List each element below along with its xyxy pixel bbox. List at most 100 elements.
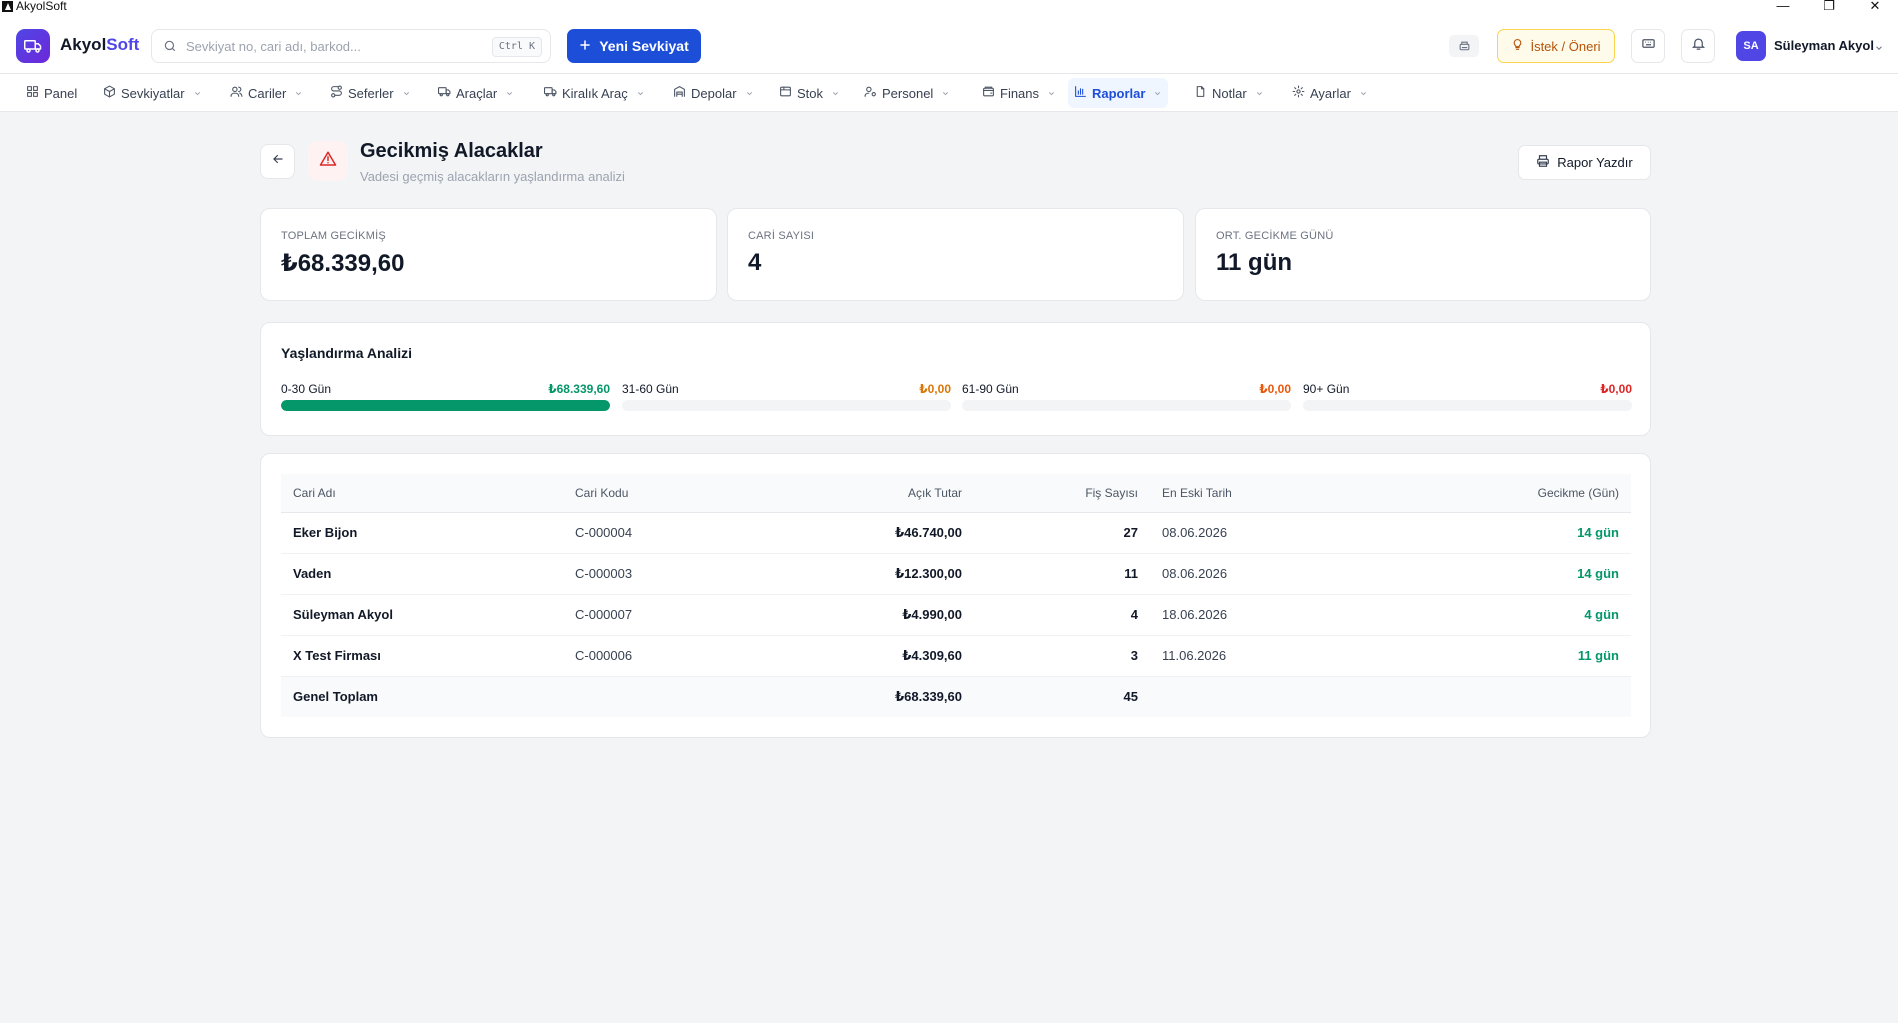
truck-icon [438,85,451,101]
warehouse-icon [673,85,686,101]
nav-item-label: Panel [44,85,78,101]
bucket-progress-track [1303,400,1632,411]
cell-delay: 4 gün [1584,607,1619,622]
col-header[interactable]: Cari Adı [281,474,563,512]
col-header[interactable]: Cari Kodu [563,474,763,512]
col-header[interactable]: En Eski Tarih [1150,474,1310,512]
table-row[interactable]: Süleyman Akyol C-000007 ₺4.990,00 4 18.06.20… [281,594,1631,635]
cell-count: 3 [1130,648,1138,663]
file-icon [1194,85,1207,101]
cell-code: C-000007 [575,607,633,622]
nav-item-label: Kiralık Araç [562,85,628,101]
warning-badge [308,141,348,181]
wallet-icon [982,85,995,101]
notifications-button[interactable] [1681,29,1715,63]
user-cog-icon [864,85,877,101]
global-search[interactable]: Ctrl K [151,29,551,63]
nav-item-finans[interactable]: Finans [976,78,1062,108]
bucket-label: 31-60 Gün [622,382,679,396]
app-logo-icon [2,1,13,12]
chevron-down-icon [1359,86,1368,101]
close-button[interactable]: ✕ [1852,0,1898,14]
overdue-table: Cari Adı Cari Kodu Açık Tutar Fiş Sayısı… [281,474,1631,717]
nav-item-sevkiyatlar[interactable]: Sevkiyatlar [97,78,208,108]
cell-name: Süleyman Akyol [293,607,393,622]
cell-amount: ₺46.740,00 [895,524,962,540]
nav-item-seferler[interactable]: Seferler [324,78,417,108]
cell-amount: ₺4.990,00 [902,606,962,622]
print-report-button[interactable]: Rapor Yazdır [1518,145,1651,180]
route-icon [330,85,343,101]
cell-name: Vaden [293,566,332,581]
nav-item-label: Araçlar [456,85,498,101]
cell-amount: ₺12.300,00 [895,565,962,581]
search-shortcut-badge: Ctrl K [491,37,542,57]
cell-date: 08.06.2026 [1162,525,1228,540]
chevron-down-icon [505,86,514,101]
nav-item-label: Depolar [691,85,737,101]
printer-status-icon[interactable] [1449,35,1479,57]
brand-name[interactable]: AkyolSoft [60,35,139,55]
total-count: 45 [1123,689,1138,705]
nav-item-label: Seferler [348,85,394,101]
printer-icon [1536,154,1550,171]
nav-item-label: Personel [882,85,934,101]
nav-item-kiralık-araç[interactable]: Kiralık Araç [538,78,651,108]
search-input[interactable] [186,38,486,54]
window-title: AkyolSoft [16,0,67,13]
bucket-label: 90+ Gün [1303,382,1350,396]
minimize-button[interactable]: — [1760,0,1806,14]
search-icon [163,39,177,58]
table-row[interactable]: Eker Bijon C-000004 ₺46.740,00 27 08.06.2026… [281,512,1631,553]
truck-logo-icon[interactable] [16,29,50,63]
table-header-row: Cari Adı Cari Kodu Açık Tutar Fiş Sayısı… [281,474,1631,512]
col-header[interactable]: Gecikme (Gün) [1310,474,1631,512]
keyboard-shortcuts-button[interactable] [1631,29,1665,63]
chevron-down-icon [1047,86,1056,101]
col-header[interactable]: Açık Tutar [763,474,974,512]
nav-item-label: Finans [1000,85,1040,101]
nav-item-raporlar[interactable]: Raporlar [1068,78,1169,108]
new-shipment-button[interactable]: Yeni Sevkiyat [567,29,701,63]
cell-code: C-000006 [575,648,633,663]
nav-item-araçlar[interactable]: Araçlar [432,78,520,108]
nav-item-label: Notlar [1212,85,1247,101]
suggestion-button[interactable]: İstek / Öneri [1497,29,1615,63]
stat-value: 4 [748,249,762,276]
restore-button[interactable]: ❐ [1806,0,1852,14]
chevron-down-icon [745,86,754,101]
cell-delay: 14 gün [1577,525,1619,540]
warning-triangle-icon [319,150,337,173]
nav-item-ayarlar[interactable]: Ayarlar [1286,78,1374,108]
table-row[interactable]: Vaden C-000003 ₺12.300,00 11 08.06.2026 14 gü… [281,553,1631,594]
bucket-progress-track [962,400,1291,411]
nav-item-stok[interactable]: Stok [773,78,846,108]
cell-count: 27 [1123,525,1138,540]
nav-item-depolar[interactable]: Depolar [667,78,760,108]
plus-icon [579,38,591,54]
chevron-down-icon [1255,86,1264,101]
total-label: Genel Toplam [293,689,378,705]
cell-name: Eker Bijon [293,525,358,540]
truck-icon [544,85,557,101]
avatar[interactable]: SA [1736,31,1766,61]
bucket-label: 0-30 Gün [281,382,332,396]
table-row[interactable]: X Test Firması C-000006 ₺4.309,60 3 11.06.20… [281,635,1631,676]
chevron-down-icon [294,86,303,101]
chevron-down-icon[interactable] [1874,40,1884,58]
nav-item-personel[interactable]: Personel [858,78,956,108]
cell-date: 08.06.2026 [1162,566,1228,581]
stat-card-avg-delay: ORT. GECİKME GÜNÜ 11 gün [1195,208,1651,301]
user-name[interactable]: Süleyman Akyol [1774,38,1874,53]
stat-label: TOPLAM GECİKMİŞ [281,230,386,242]
bucket-amount: ₺68.339,60 [548,382,610,396]
bucket-amount: ₺0,00 [919,382,951,396]
nav-item-notlar[interactable]: Notlar [1188,78,1270,108]
nav-item-label: Sevkiyatlar [121,85,185,101]
nav-item-cariler[interactable]: Cariler [224,78,309,108]
back-button[interactable] [260,144,295,179]
arrow-left-icon [271,152,285,171]
col-header[interactable]: Fiş Sayısı [974,474,1150,512]
main-nav: Panel Sevkiyatlar Cariler Seferler Araçlar Ki… [0,73,1898,112]
nav-item-panel[interactable]: Panel [20,78,83,108]
